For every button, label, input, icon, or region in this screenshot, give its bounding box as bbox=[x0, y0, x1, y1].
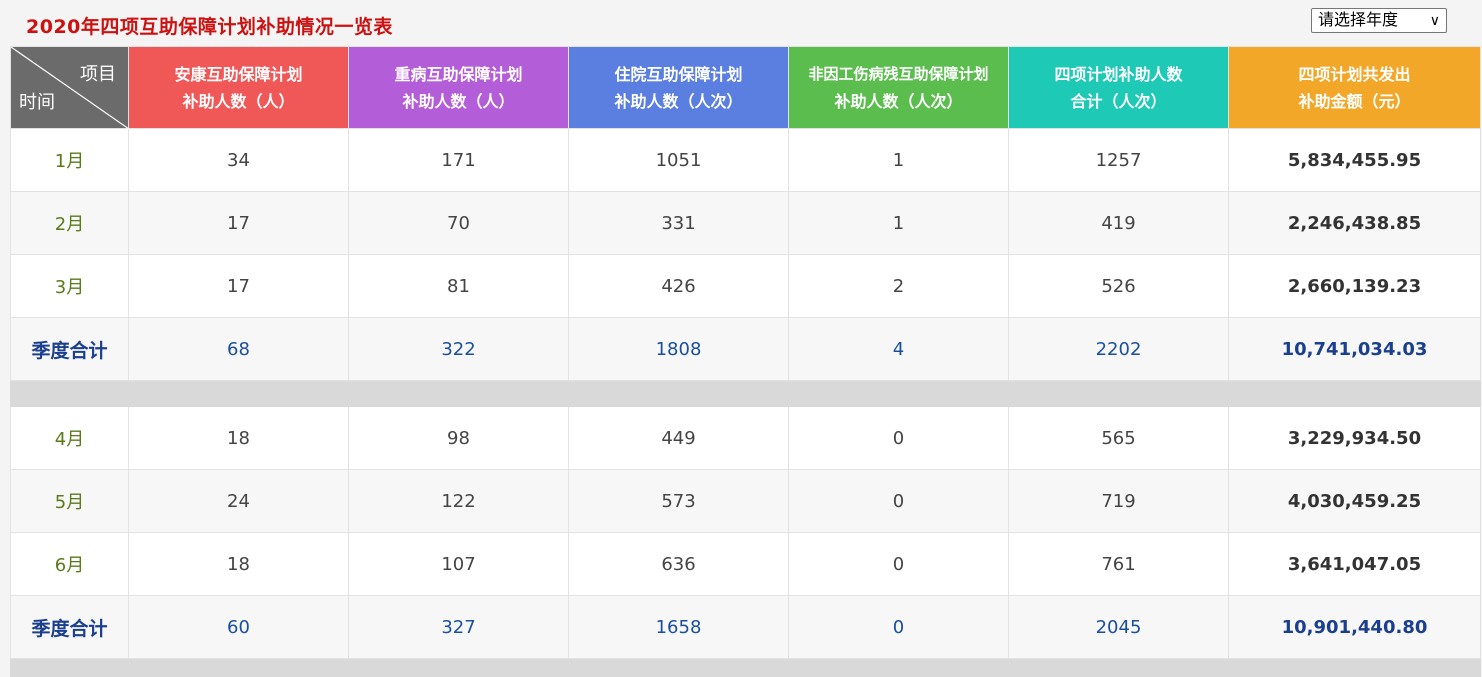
total-amount-cell: 10,901,440.80 bbox=[1228, 595, 1481, 659]
total-count-cell: 68 bbox=[128, 317, 349, 381]
count-cell: 1257 bbox=[1008, 128, 1229, 192]
column-header-line1: 安康互助保障计划 bbox=[174, 64, 303, 84]
corner-item-label: 项目 bbox=[80, 64, 116, 85]
count-cell: 98 bbox=[348, 406, 569, 470]
table-row: 2月 17 70 331 1 419 2,246,438.85 bbox=[10, 191, 1481, 255]
month-cell: 1月 bbox=[10, 128, 129, 192]
column-header-5: 四项计划补助人数 合计（人次） bbox=[1008, 46, 1229, 129]
column-header-line2: 补助金额（元） bbox=[1298, 91, 1411, 111]
count-cell: 2 bbox=[788, 254, 1009, 318]
count-cell: 18 bbox=[128, 406, 349, 470]
count-cell: 81 bbox=[348, 254, 569, 318]
count-cell: 34 bbox=[128, 128, 349, 192]
count-cell: 719 bbox=[1008, 469, 1229, 533]
month-cell: 5月 bbox=[10, 469, 129, 533]
column-header-line2: 补助人数（人次） bbox=[834, 91, 963, 111]
header-row: 项目 时间 安康互助保障计划 补助人数（人） 重病互助保障计划 补助人数（人） 住院互助… bbox=[10, 46, 1481, 129]
table-body: 1月 34 171 1051 1 1257 5,834,455.95 2月 17 70 331 1 41… bbox=[10, 128, 1481, 677]
total-amount-cell: 10,741,034.03 bbox=[1228, 317, 1481, 381]
total-count-cell: 4 bbox=[788, 317, 1009, 381]
count-cell: 107 bbox=[348, 532, 569, 596]
diagonal-divider bbox=[11, 47, 129, 129]
quarter-separator bbox=[10, 380, 1481, 407]
count-cell: 761 bbox=[1008, 532, 1229, 596]
count-cell: 122 bbox=[348, 469, 569, 533]
total-count-cell: 322 bbox=[348, 317, 569, 381]
count-cell: 573 bbox=[568, 469, 789, 533]
title-bar: 2020年四项互助保障计划补助情况一览表 bbox=[10, 0, 1480, 46]
column-header-line1: 四项计划共发出 bbox=[1298, 64, 1411, 84]
amount-cell: 3,641,047.05 bbox=[1228, 532, 1481, 596]
page-title: 2020年四项互助保障计划补助情况一览表 bbox=[26, 16, 393, 38]
page: 2020年四项互助保障计划补助情况一览表 请选择年度 ∨ 项目 时间 安康互助保… bbox=[0, 0, 1482, 677]
amount-cell: 3,229,934.50 bbox=[1228, 406, 1481, 470]
table-row: 1月 34 171 1051 1 1257 5,834,455.95 bbox=[10, 128, 1481, 192]
total-count-cell: 60 bbox=[128, 595, 349, 659]
chevron-down-icon: ∨ bbox=[1429, 13, 1440, 29]
amount-cell: 4,030,459.25 bbox=[1228, 469, 1481, 533]
table-row: 6月 18 107 636 0 761 3,641,047.05 bbox=[10, 532, 1481, 596]
count-cell: 1051 bbox=[568, 128, 789, 192]
quarter-total-label: 季度合计 bbox=[10, 317, 129, 381]
quarter-total-row: 季度合计 68 322 1808 4 2202 10,741,034.03 bbox=[10, 317, 1481, 381]
count-cell: 426 bbox=[568, 254, 789, 318]
total-count-cell: 327 bbox=[348, 595, 569, 659]
subsidy-table: 项目 时间 安康互助保障计划 补助人数（人） 重病互助保障计划 补助人数（人） 住院互助… bbox=[10, 46, 1481, 677]
count-cell: 18 bbox=[128, 532, 349, 596]
count-cell: 17 bbox=[128, 254, 349, 318]
column-header-2: 重病互助保障计划 补助人数（人） bbox=[348, 46, 569, 129]
table-row: 3月 17 81 426 2 526 2,660,139.23 bbox=[10, 254, 1481, 318]
column-header-line2: 补助人数（人） bbox=[402, 91, 515, 111]
total-count-cell: 0 bbox=[788, 595, 1009, 659]
count-cell: 526 bbox=[1008, 254, 1229, 318]
separator-cell bbox=[10, 380, 1481, 407]
amount-cell: 2,660,139.23 bbox=[1228, 254, 1481, 318]
year-select-label: 请选择年度 bbox=[1318, 10, 1399, 29]
column-header-3: 住院互助保障计划 补助人数（人次） bbox=[568, 46, 789, 129]
column-header-4: 非因工伤病残互助保障计划 补助人数（人次） bbox=[788, 46, 1009, 129]
count-cell: 17 bbox=[128, 191, 349, 255]
count-cell: 24 bbox=[128, 469, 349, 533]
table-row: 4月 18 98 449 0 565 3,229,934.50 bbox=[10, 406, 1481, 470]
column-header-line2: 补助人数（人） bbox=[182, 91, 295, 111]
table-row: 5月 24 122 573 0 719 4,030,459.25 bbox=[10, 469, 1481, 533]
corner-header: 项目 时间 bbox=[10, 46, 129, 129]
count-cell: 636 bbox=[568, 532, 789, 596]
column-header-6: 四项计划共发出 补助金额（元） bbox=[1228, 46, 1481, 129]
column-header-line1: 重病互助保障计划 bbox=[394, 64, 523, 84]
amount-cell: 2,246,438.85 bbox=[1228, 191, 1481, 255]
count-cell: 419 bbox=[1008, 191, 1229, 255]
total-count-cell: 1808 bbox=[568, 317, 789, 381]
corner-time-label: 时间 bbox=[19, 92, 55, 113]
separator-cell bbox=[10, 658, 1481, 677]
column-header-line1: 非因工伤病残互助保障计划 bbox=[808, 64, 989, 83]
month-cell: 6月 bbox=[10, 532, 129, 596]
month-cell: 3月 bbox=[10, 254, 129, 318]
quarter-separator bbox=[10, 658, 1481, 677]
column-header-line2: 合计（人次） bbox=[1070, 91, 1167, 111]
count-cell: 0 bbox=[788, 406, 1009, 470]
count-cell: 171 bbox=[348, 128, 569, 192]
column-header-line1: 四项计划补助人数 bbox=[1054, 64, 1183, 84]
amount-cell: 5,834,455.95 bbox=[1228, 128, 1481, 192]
count-cell: 331 bbox=[568, 191, 789, 255]
total-count-cell: 1658 bbox=[568, 595, 789, 659]
month-cell: 4月 bbox=[10, 406, 129, 470]
column-header-line2: 补助人数（人次） bbox=[614, 91, 743, 111]
count-cell: 0 bbox=[788, 469, 1009, 533]
quarter-total-label: 季度合计 bbox=[10, 595, 129, 659]
count-cell: 70 bbox=[348, 191, 569, 255]
column-header-line1: 住院互助保障计划 bbox=[614, 64, 743, 84]
column-header-1: 安康互助保障计划 补助人数（人） bbox=[128, 46, 349, 129]
count-cell: 1 bbox=[788, 128, 1009, 192]
count-cell: 449 bbox=[568, 406, 789, 470]
year-select[interactable]: 请选择年度 ∨ bbox=[1311, 8, 1447, 33]
total-count-cell: 2202 bbox=[1008, 317, 1229, 381]
count-cell: 565 bbox=[1008, 406, 1229, 470]
month-cell: 2月 bbox=[10, 191, 129, 255]
count-cell: 0 bbox=[788, 532, 1009, 596]
quarter-total-row: 季度合计 60 327 1658 0 2045 10,901,440.80 bbox=[10, 595, 1481, 659]
count-cell: 1 bbox=[788, 191, 1009, 255]
total-count-cell: 2045 bbox=[1008, 595, 1229, 659]
